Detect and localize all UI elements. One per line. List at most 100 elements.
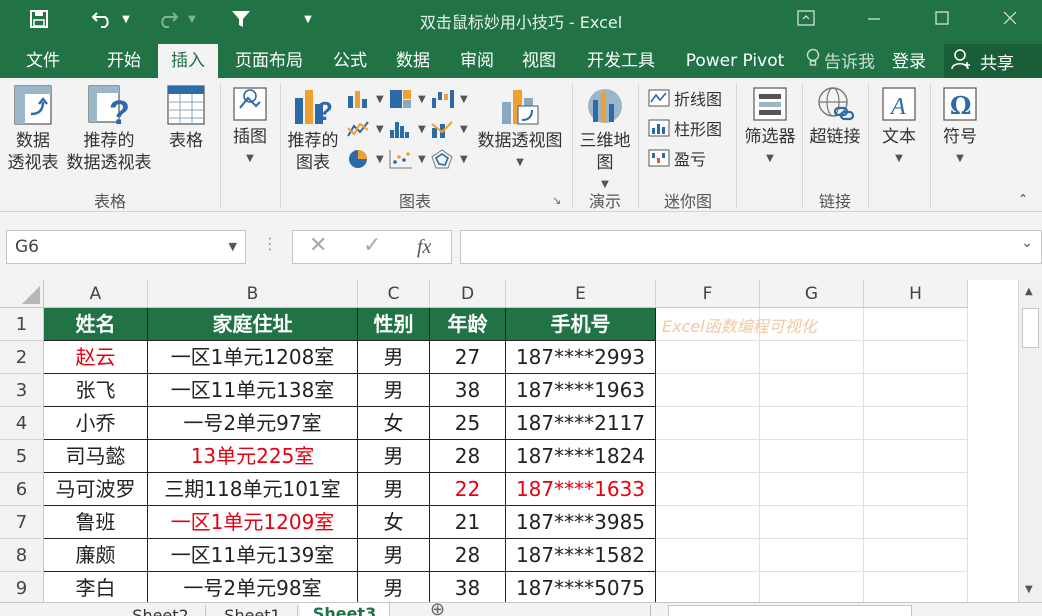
cell-a3[interactable]: 张飞 bbox=[44, 374, 148, 407]
hyperlink-button[interactable]: 超链接 bbox=[804, 84, 866, 148]
save-icon[interactable] bbox=[24, 6, 54, 32]
cell-b8[interactable]: 一区11单元139室 bbox=[148, 539, 358, 572]
filter-icon[interactable] bbox=[226, 6, 256, 32]
row-header-7[interactable]: 7 bbox=[0, 506, 44, 539]
maximize-icon[interactable] bbox=[922, 4, 962, 32]
tab-formulas[interactable]: 公式 bbox=[324, 46, 376, 78]
cell-h2[interactable] bbox=[864, 341, 968, 374]
cell-h7[interactable] bbox=[864, 506, 968, 539]
cell-b3[interactable]: 一区11单元138室 bbox=[148, 374, 358, 407]
cell-g6[interactable] bbox=[760, 473, 864, 506]
cell-a2[interactable]: 赵云 bbox=[44, 341, 148, 374]
3d-map-button[interactable]: 三维地 图 ▼ bbox=[574, 84, 636, 196]
cell-f9[interactable] bbox=[656, 572, 760, 605]
charts-dialog-launcher-icon[interactable]: ↘ bbox=[552, 194, 561, 207]
scroll-down-icon[interactable]: ▼ bbox=[1025, 584, 1033, 595]
column-header-g[interactable]: G bbox=[760, 280, 864, 308]
cancel-icon[interactable]: ✕ bbox=[309, 233, 327, 258]
table-button[interactable]: 表格 bbox=[158, 84, 214, 152]
waterfall-chart-button[interactable]: ▼ bbox=[430, 88, 468, 110]
cell-f6[interactable] bbox=[656, 473, 760, 506]
tab-home[interactable]: 开始 bbox=[94, 46, 154, 78]
cell-f2[interactable] bbox=[656, 341, 760, 374]
cell-d9[interactable]: 38 bbox=[430, 572, 506, 605]
name-box[interactable]: G6 ▼ bbox=[6, 230, 246, 264]
row-header-5[interactable]: 5 bbox=[0, 440, 44, 473]
cell-g4[interactable] bbox=[760, 407, 864, 440]
tab-review[interactable]: 审阅 bbox=[450, 46, 504, 78]
cell-f3[interactable] bbox=[656, 374, 760, 407]
cell-d7[interactable]: 21 bbox=[430, 506, 506, 539]
horizontal-scrollbar-thumb[interactable] bbox=[668, 605, 912, 616]
name-box-dropdown-icon[interactable]: ▼ bbox=[229, 231, 237, 263]
cell-h6[interactable] bbox=[864, 473, 968, 506]
cell-a9[interactable]: 李白 bbox=[44, 572, 148, 605]
sparkline-line-button[interactable]: 折线图 bbox=[648, 86, 722, 110]
cell-b1[interactable]: 家庭住址 bbox=[148, 308, 358, 341]
cell-d1[interactable]: 年龄 bbox=[430, 308, 506, 341]
column-header-e[interactable]: E bbox=[506, 280, 656, 308]
combo-chart-button[interactable]: ▼ bbox=[430, 118, 468, 140]
cell-c2[interactable]: 男 bbox=[358, 341, 430, 374]
cell-b5[interactable]: 13单元225室 bbox=[148, 440, 358, 473]
cell-c8[interactable]: 男 bbox=[358, 539, 430, 572]
cell-c9[interactable]: 男 bbox=[358, 572, 430, 605]
cell-a1[interactable]: 姓名 bbox=[44, 308, 148, 341]
cell-a7[interactable]: 鲁班 bbox=[44, 506, 148, 539]
tab-developer[interactable]: 开发工具 bbox=[576, 46, 666, 78]
scrollbar-thumb[interactable] bbox=[1022, 308, 1039, 348]
cell-d4[interactable]: 25 bbox=[430, 407, 506, 440]
tab-page-layout[interactable]: 页面布局 bbox=[226, 46, 312, 78]
cell-e3[interactable]: 187****1963 bbox=[506, 374, 656, 407]
sheet-tab-sheet3[interactable]: Sheet3 bbox=[300, 603, 390, 616]
slicer-button[interactable]: 筛选器 ▼ bbox=[740, 84, 800, 170]
cell-f7[interactable] bbox=[656, 506, 760, 539]
column-header-b[interactable]: B bbox=[148, 280, 358, 308]
cell-a6[interactable]: 马可波罗 bbox=[44, 473, 148, 506]
cell-c4[interactable]: 女 bbox=[358, 407, 430, 440]
cell-g3[interactable] bbox=[760, 374, 864, 407]
cell-c1[interactable]: 性别 bbox=[358, 308, 430, 341]
cell-d8[interactable]: 28 bbox=[430, 539, 506, 572]
column-header-f[interactable]: F bbox=[656, 280, 760, 308]
cell-a8[interactable]: 廉颇 bbox=[44, 539, 148, 572]
insert-function-button[interactable]: fx bbox=[417, 233, 431, 261]
recommended-charts-button[interactable]: ? 推荐的 图表 bbox=[284, 84, 342, 174]
recommended-pivot-button[interactable]: ? 推荐的 数据透视表 bbox=[62, 84, 156, 174]
cell-c7[interactable]: 女 bbox=[358, 506, 430, 539]
column-header-a[interactable]: A bbox=[44, 280, 148, 308]
cell-b7[interactable]: 一区1单元1209室 bbox=[148, 506, 358, 539]
expand-formula-icon[interactable]: ⌄ bbox=[1021, 235, 1033, 251]
cell-h5[interactable] bbox=[864, 440, 968, 473]
line-chart-button[interactable]: ▼ bbox=[346, 118, 384, 140]
cell-e7[interactable]: 187****3985 bbox=[506, 506, 656, 539]
close-icon[interactable] bbox=[990, 4, 1030, 32]
pivot-chart-button[interactable]: 数据透视图 ▼ bbox=[472, 84, 568, 174]
cell-c6[interactable]: 男 bbox=[358, 473, 430, 506]
vertical-scrollbar[interactable]: ▲ ▼ bbox=[1018, 280, 1042, 616]
radar-chart-button[interactable]: ▼ bbox=[430, 148, 468, 170]
cell-e6[interactable]: 187****1633 bbox=[506, 473, 656, 506]
cell-g8[interactable] bbox=[760, 539, 864, 572]
select-all-corner[interactable] bbox=[0, 280, 44, 308]
row-header-1[interactable]: 1 bbox=[0, 308, 44, 341]
cell-h1[interactable] bbox=[864, 308, 968, 341]
tell-me-search[interactable]: 告诉我 bbox=[806, 48, 875, 76]
cell-f4[interactable] bbox=[656, 407, 760, 440]
cell-h3[interactable] bbox=[864, 374, 968, 407]
cell-e9[interactable]: 187****5075 bbox=[506, 572, 656, 605]
cell-d2[interactable]: 27 bbox=[430, 341, 506, 374]
sheet-tab-sheet1[interactable]: Sheet1 bbox=[208, 605, 298, 616]
cell-d6[interactable]: 22 bbox=[430, 473, 506, 506]
column-header-d[interactable]: D bbox=[430, 280, 506, 308]
cell-g2[interactable] bbox=[760, 341, 864, 374]
row-header-9[interactable]: 9 bbox=[0, 572, 44, 605]
cell-e4[interactable]: 187****2117 bbox=[506, 407, 656, 440]
column-header-c[interactable]: C bbox=[358, 280, 430, 308]
cell-g5[interactable] bbox=[760, 440, 864, 473]
collapse-ribbon-icon[interactable]: ⌃ bbox=[1018, 192, 1028, 206]
login-button[interactable]: 登录 bbox=[892, 48, 926, 76]
cell-e5[interactable]: 187****1824 bbox=[506, 440, 656, 473]
row-header-8[interactable]: 8 bbox=[0, 539, 44, 572]
cell-a4[interactable]: 小乔 bbox=[44, 407, 148, 440]
